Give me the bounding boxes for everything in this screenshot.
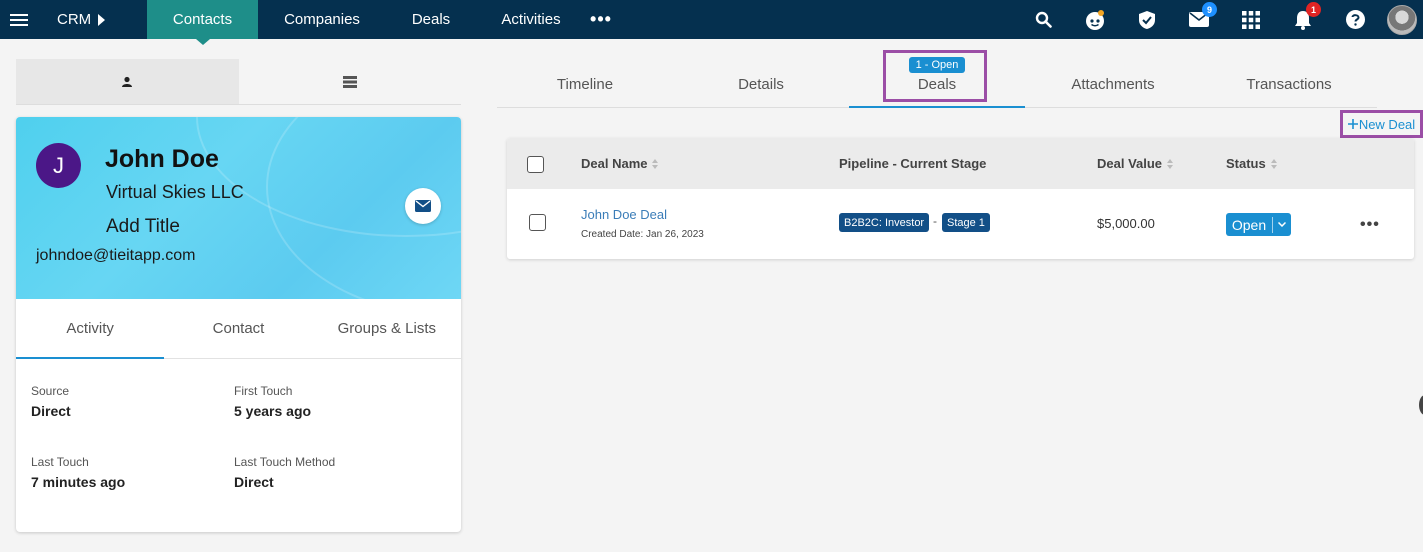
column-label: Deal Name (581, 156, 648, 171)
help-icon[interactable] (1329, 0, 1381, 39)
deals-open-badge: 1 - Open (909, 57, 965, 73)
view-toggle (16, 59, 461, 105)
column-deal-value[interactable]: Deal Value (1097, 138, 1174, 189)
contact-tabs: Activity Contact Groups & Lists (16, 299, 461, 359)
field-value: Direct (31, 403, 71, 419)
select-all-checkbox[interactable] (527, 156, 544, 173)
caret-right-icon (98, 13, 106, 26)
field-value: 7 minutes ago (31, 474, 126, 490)
person-view-button[interactable] (16, 59, 239, 104)
column-label: Deal Value (1097, 156, 1163, 171)
mail-badge: 9 (1202, 2, 1217, 17)
field-label: Source (31, 384, 70, 398)
apps-grid-icon[interactable] (1225, 0, 1277, 39)
new-deal-label: New Deal (1358, 116, 1416, 132)
tab-contact[interactable]: Contact (164, 299, 312, 358)
field-label: Last Touch Method (234, 455, 336, 469)
shield-icon[interactable] (1121, 0, 1173, 39)
send-email-button[interactable] (405, 188, 441, 224)
envelope-icon (415, 200, 431, 212)
mail-icon[interactable]: 9 (1173, 0, 1225, 39)
contact-email[interactable]: johndoe@tieitapp.com (36, 247, 195, 265)
nav-deals[interactable]: Deals (386, 0, 476, 39)
nav-activities[interactable]: Activities (476, 0, 586, 39)
notification-bell-icon[interactable]: 1 (1277, 0, 1329, 39)
column-deal-name[interactable]: Deal Name (581, 138, 659, 189)
status-dropdown[interactable]: Open (1226, 213, 1291, 236)
nav-companies[interactable]: Companies (258, 0, 386, 39)
plus-icon (1347, 119, 1358, 129)
field-first-touch: First Touch 5 years ago (234, 384, 311, 419)
contact-header: J John Doe Virtual Skies LLC Add Title j… (16, 117, 461, 317)
field-label: Last Touch (31, 455, 89, 469)
deals-table: Deal Name Pipeline - Current Stage Deal … (507, 138, 1414, 259)
contact-name[interactable]: John Doe (105, 145, 219, 174)
tab-attachments[interactable]: Attachments (1025, 59, 1201, 107)
new-deal-button[interactable]: New Deal (1340, 110, 1423, 138)
deal-value: $5,000.00 (1097, 216, 1155, 231)
stage-badge: Stage 1 (942, 213, 990, 232)
sort-icon (1167, 158, 1174, 169)
row-more-icon[interactable]: ••• (1360, 216, 1380, 234)
column-label: Status (1226, 156, 1266, 171)
search-icon[interactable] (1017, 0, 1069, 39)
nav-contacts[interactable]: Contacts (147, 0, 258, 45)
tab-activity[interactable]: Activity (16, 299, 165, 359)
user-photo (1387, 4, 1417, 35)
list-icon (342, 75, 357, 88)
field-value: Direct (234, 474, 274, 490)
column-status[interactable]: Status (1226, 138, 1277, 189)
user-avatar[interactable] (1381, 0, 1423, 39)
pipeline-separator: - (933, 214, 937, 228)
status-label: Open (1226, 216, 1273, 233)
assistant-bot-icon[interactable] (1069, 0, 1121, 39)
chevron-down-icon (1273, 222, 1291, 227)
field-source: Source Direct (31, 384, 71, 419)
tab-groups-lists[interactable]: Groups & Lists (313, 299, 461, 358)
sort-icon (1270, 158, 1277, 169)
deal-name-link[interactable]: John Doe Deal (581, 207, 667, 222)
top-nav: CRM Contacts Companies Deals Activities … (0, 0, 1423, 45)
tab-transactions[interactable]: Transactions (1201, 59, 1377, 107)
list-view-button[interactable] (239, 59, 462, 104)
contact-title[interactable]: Add Title (106, 216, 180, 238)
column-pipeline: Pipeline - Current Stage (839, 138, 986, 189)
field-last-touch: Last Touch 7 minutes ago (31, 455, 125, 490)
contact-company[interactable]: Virtual Skies LLC (106, 182, 244, 203)
field-label: First Touch (234, 384, 293, 398)
sort-icon (652, 158, 659, 169)
contact-card: J John Doe Virtual Skies LLC Add Title j… (16, 117, 461, 532)
person-icon (122, 76, 133, 87)
deal-created-date: Created Date: Jan 26, 2023 (581, 229, 704, 240)
field-value: 5 years ago (234, 403, 312, 419)
row-checkbox[interactable] (529, 214, 546, 231)
crm-app-switcher[interactable]: CRM (38, 11, 147, 28)
tab-details[interactable]: Details (673, 59, 849, 107)
nav-more-icon[interactable]: ••• (586, 0, 616, 39)
contact-avatar[interactable]: J (36, 143, 81, 188)
tab-timeline[interactable]: Timeline (497, 59, 673, 107)
notification-badge: 1 (1306, 2, 1321, 17)
edge-scroll-handle[interactable] (1419, 395, 1423, 415)
field-last-touch-method: Last Touch Method Direct (234, 455, 335, 490)
menu-icon[interactable] (0, 0, 38, 39)
column-label: Pipeline - Current Stage (839, 156, 987, 171)
crm-label: CRM (57, 11, 92, 28)
pipeline-badge: B2B2C: Investor (839, 213, 930, 232)
table-header: Deal Name Pipeline - Current Stage Deal … (507, 138, 1414, 189)
